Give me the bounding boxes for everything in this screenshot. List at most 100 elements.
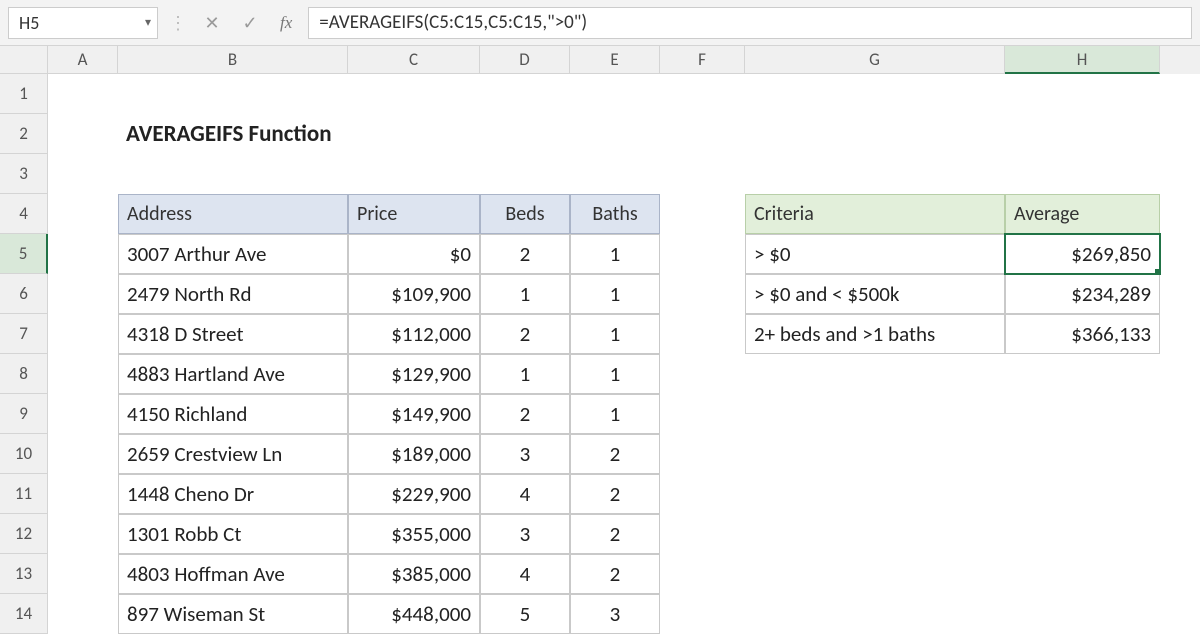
cell-F3[interactable]: [660, 154, 745, 194]
cell-H3[interactable]: [1005, 154, 1160, 194]
cell-B5[interactable]: 3007 Arthur Ave: [118, 234, 348, 274]
cell-A9[interactable]: [48, 394, 118, 434]
cell-F8[interactable]: [660, 354, 745, 394]
cell-B3[interactable]: [118, 154, 348, 194]
row-header-3[interactable]: 3: [0, 154, 48, 194]
cell-D12[interactable]: 3: [480, 514, 570, 554]
row-header-1[interactable]: 1: [0, 74, 48, 114]
cell-H7[interactable]: $366,133: [1005, 314, 1160, 354]
cell-D8[interactable]: 1: [480, 354, 570, 394]
cell-D9[interactable]: 2: [480, 394, 570, 434]
cell-A12[interactable]: [48, 514, 118, 554]
cell-G14[interactable]: [745, 594, 1005, 634]
col-header-B[interactable]: B: [118, 46, 348, 74]
cell-C5[interactable]: $0: [348, 234, 480, 274]
cell-G10[interactable]: [745, 434, 1005, 474]
col-header-D[interactable]: D: [480, 46, 570, 74]
header-criteria[interactable]: Criteria: [745, 194, 1005, 234]
cell-D2[interactable]: [480, 114, 570, 154]
cell-B10[interactable]: 2659 Crestview Ln: [118, 434, 348, 474]
cell-H5-active[interactable]: $269,850: [1005, 234, 1160, 274]
fx-label[interactable]: fx: [280, 13, 292, 33]
header-address[interactable]: Address: [118, 194, 348, 234]
header-average[interactable]: Average: [1005, 194, 1160, 234]
cell-G7[interactable]: 2+ beds and >1 baths: [745, 314, 1005, 354]
cell-E12[interactable]: 2: [570, 514, 660, 554]
cell-G1[interactable]: [745, 74, 1005, 114]
cell-A6[interactable]: [48, 274, 118, 314]
row-header-11[interactable]: 11: [0, 474, 48, 514]
row-header-12[interactable]: 12: [0, 514, 48, 554]
header-baths[interactable]: Baths: [570, 194, 660, 234]
cell-H11[interactable]: [1005, 474, 1160, 514]
cell-A4[interactable]: [48, 194, 118, 234]
row-header-10[interactable]: 10: [0, 434, 48, 474]
cell-D10[interactable]: 3: [480, 434, 570, 474]
header-price[interactable]: Price: [348, 194, 480, 234]
cell-H2[interactable]: [1005, 114, 1160, 154]
cell-B11[interactable]: 1448 Cheno Dr: [118, 474, 348, 514]
cell-A1[interactable]: [48, 74, 118, 114]
row-header-14[interactable]: 14: [0, 594, 48, 634]
cell-E8[interactable]: 1: [570, 354, 660, 394]
cell-D5[interactable]: 2: [480, 234, 570, 274]
enter-button[interactable]: ✓: [236, 9, 264, 37]
cell-F2[interactable]: [660, 114, 745, 154]
cell-F1[interactable]: [660, 74, 745, 114]
row-header-2[interactable]: 2: [0, 114, 48, 154]
cell-A2[interactable]: [48, 114, 118, 154]
cell-F9[interactable]: [660, 394, 745, 434]
cell-C6[interactable]: $109,900: [348, 274, 480, 314]
col-header-G[interactable]: G: [745, 46, 1005, 74]
cell-D1[interactable]: [480, 74, 570, 114]
cell-B14[interactable]: 897 Wiseman St: [118, 594, 348, 634]
cell-G8[interactable]: [745, 354, 1005, 394]
cell-G5[interactable]: > $0: [745, 234, 1005, 274]
cell-H6[interactable]: $234,289: [1005, 274, 1160, 314]
cell-E1[interactable]: [570, 74, 660, 114]
cancel-button[interactable]: ✕: [198, 9, 226, 37]
cell-H8[interactable]: [1005, 354, 1160, 394]
cell-F14[interactable]: [660, 594, 745, 634]
col-header-F[interactable]: F: [660, 46, 745, 74]
cell-B13[interactable]: 4803 Hoffman Ave: [118, 554, 348, 594]
cell-A10[interactable]: [48, 434, 118, 474]
cell-F5[interactable]: [660, 234, 745, 274]
cell-A8[interactable]: [48, 354, 118, 394]
cell-A14[interactable]: [48, 594, 118, 634]
cell-B12[interactable]: 1301 Robb Ct: [118, 514, 348, 554]
name-box-dropdown-icon[interactable]: ▾: [145, 15, 151, 30]
cell-B8[interactable]: 4883 Hartland Ave: [118, 354, 348, 394]
cell-F13[interactable]: [660, 554, 745, 594]
cell-A11[interactable]: [48, 474, 118, 514]
cell-G9[interactable]: [745, 394, 1005, 434]
cell-D7[interactable]: 2: [480, 314, 570, 354]
cell-C10[interactable]: $189,000: [348, 434, 480, 474]
cell-H12[interactable]: [1005, 514, 1160, 554]
cell-F6[interactable]: [660, 274, 745, 314]
row-header-13[interactable]: 13: [0, 554, 48, 594]
cell-C12[interactable]: $355,000: [348, 514, 480, 554]
cell-G6[interactable]: > $0 and < $500k: [745, 274, 1005, 314]
col-header-H[interactable]: H: [1005, 46, 1160, 74]
row-header-7[interactable]: 7: [0, 314, 48, 354]
row-header-4[interactable]: 4: [0, 194, 48, 234]
cell-C7[interactable]: $112,000: [348, 314, 480, 354]
cell-E14[interactable]: 3: [570, 594, 660, 634]
cell-C11[interactable]: $229,900: [348, 474, 480, 514]
cell-D3[interactable]: [480, 154, 570, 194]
cell-G2[interactable]: [745, 114, 1005, 154]
cell-E9[interactable]: 1: [570, 394, 660, 434]
cell-C3[interactable]: [348, 154, 480, 194]
cell-H14[interactable]: [1005, 594, 1160, 634]
cell-B1[interactable]: [118, 74, 348, 114]
cell-A3[interactable]: [48, 154, 118, 194]
cell-F10[interactable]: [660, 434, 745, 474]
cell-C8[interactable]: $129,900: [348, 354, 480, 394]
cell-B7[interactable]: 4318 D Street: [118, 314, 348, 354]
cell-B2-title[interactable]: AVERAGEIFS Function: [118, 114, 348, 154]
cell-G3[interactable]: [745, 154, 1005, 194]
cell-D11[interactable]: 4: [480, 474, 570, 514]
worksheet[interactable]: A B C D E F G H 1 2 AVERAGEIFS Function: [0, 46, 1200, 630]
cell-C13[interactable]: $385,000: [348, 554, 480, 594]
